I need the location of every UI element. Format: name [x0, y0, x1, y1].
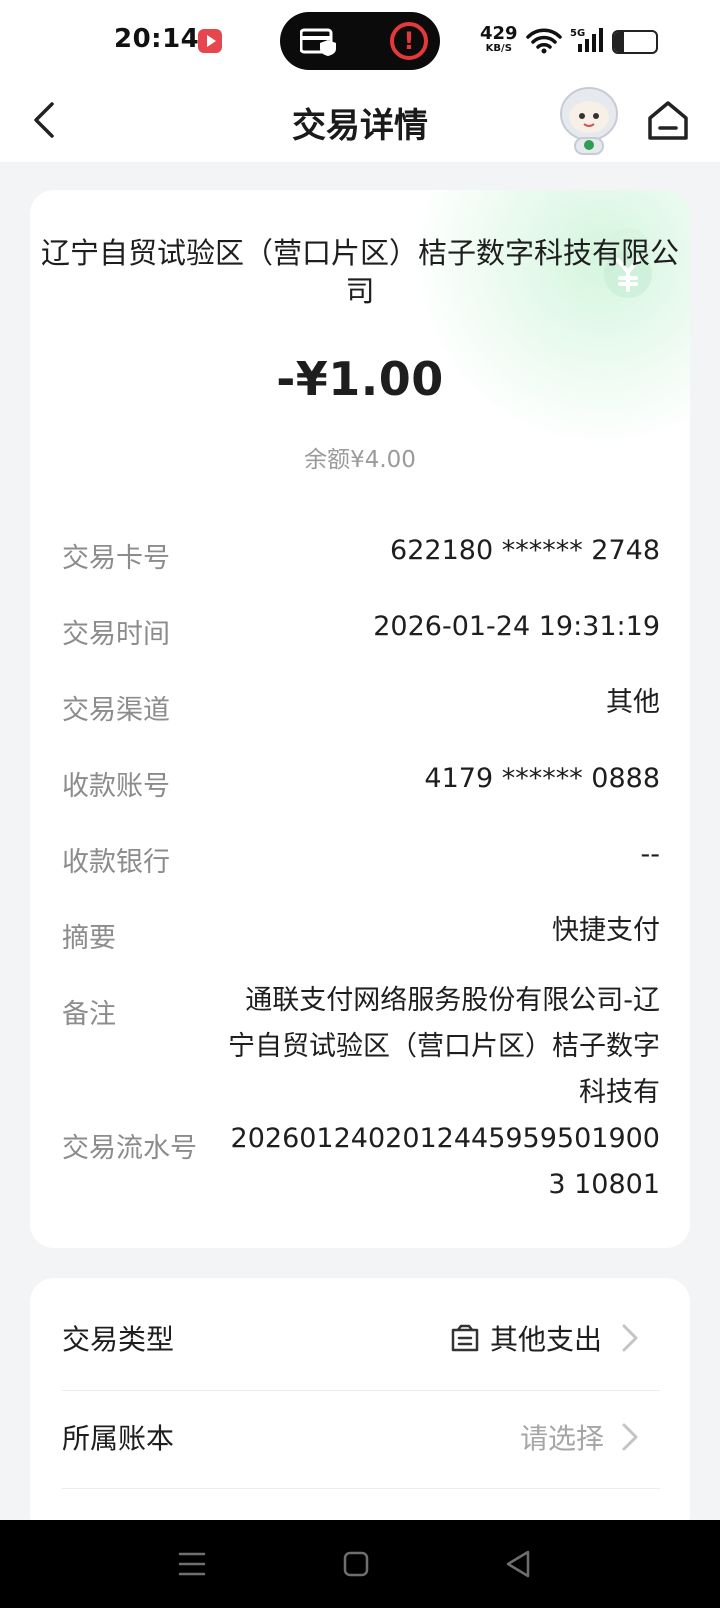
- chevron-right-icon: [622, 1423, 638, 1451]
- channel-label: 交易渠道: [62, 695, 170, 726]
- status-time: 20:14: [114, 24, 200, 54]
- remark-label: 备注: [62, 999, 116, 1030]
- robot-mascot-icon[interactable]: [558, 84, 620, 156]
- account-book-row[interactable]: 所属账本 请选择: [30, 1391, 690, 1489]
- card-number-label: 交易卡号: [62, 543, 170, 574]
- dynamic-island: !: [280, 12, 440, 70]
- summary-label: 摘要: [62, 923, 116, 954]
- menu-icon[interactable]: [178, 1548, 206, 1580]
- chevron-right-icon: [622, 1324, 638, 1352]
- system-nav-bar: [0, 1520, 720, 1608]
- nav-bar: 交易详情: [0, 80, 720, 162]
- transaction-card: 辽宁自贸试验区（营口片区）桔子数字科技有限公司 -¥1.00 余额¥4.00 交…: [30, 190, 690, 1248]
- back-triangle-icon[interactable]: [504, 1548, 532, 1580]
- account-book-value: 请选择: [520, 1422, 605, 1455]
- divider: [62, 1488, 660, 1489]
- transaction-amount: -¥1.00: [276, 352, 444, 406]
- ledger-icon: [451, 1324, 479, 1352]
- classification-card: 交易类型 其他支出 所属账本 请选择: [30, 1278, 690, 1538]
- network-type: 5G: [570, 28, 585, 39]
- remark-value: 通联支付网络服务股份有限公司-辽宁自贸试验区（营口片区）桔子数字科技有: [228, 985, 660, 1108]
- account-book-label: 所属账本: [62, 1422, 175, 1455]
- net-speed: 429 KB/S: [480, 23, 518, 56]
- transaction-type-label: 交易类型: [62, 1323, 175, 1356]
- payee-bank-value: --: [640, 839, 661, 870]
- transaction-type-value: 其他支出: [490, 1323, 603, 1356]
- signal-icon: 5G: [570, 28, 603, 52]
- card-number-value: 622180 ****** 2748: [390, 535, 660, 566]
- time-value: 2026-01-24 19:31:19: [373, 611, 660, 642]
- status-bar: 20:14 ! 429 KB/S 5G 23: [0, 0, 720, 80]
- balance-text: 余额¥4.00: [304, 447, 416, 473]
- home-square-icon[interactable]: [342, 1548, 370, 1580]
- channel-value: 其他: [606, 687, 660, 718]
- battery-icon: 23: [612, 30, 658, 54]
- payee-account-label: 收款账号: [62, 771, 170, 802]
- summary-value: 快捷支付: [552, 915, 660, 946]
- net-speed-value: 429: [480, 23, 518, 44]
- payee-bank-label: 收款银行: [62, 847, 170, 878]
- payee-account-value: 4179 ****** 0888: [424, 763, 660, 794]
- transaction-type-row[interactable]: 交易类型 其他支出: [30, 1278, 690, 1390]
- merchant-name: 辽宁自贸试验区（营口片区）桔子数字科技有限公司: [40, 236, 679, 308]
- wifi-icon: [526, 28, 562, 54]
- screen-record-icon: [198, 29, 222, 53]
- home-icon[interactable]: [646, 98, 690, 142]
- card-shield-icon: [300, 28, 336, 56]
- alert-icon: !: [390, 22, 428, 60]
- net-speed-unit: KB/S: [485, 43, 512, 54]
- time-label: 交易时间: [62, 619, 170, 650]
- serial-number-value: 20260124020124459595019003 10801: [230, 1123, 660, 1200]
- serial-number-label: 交易流水号: [62, 1133, 197, 1164]
- battery-text: 23: [623, 32, 647, 51]
